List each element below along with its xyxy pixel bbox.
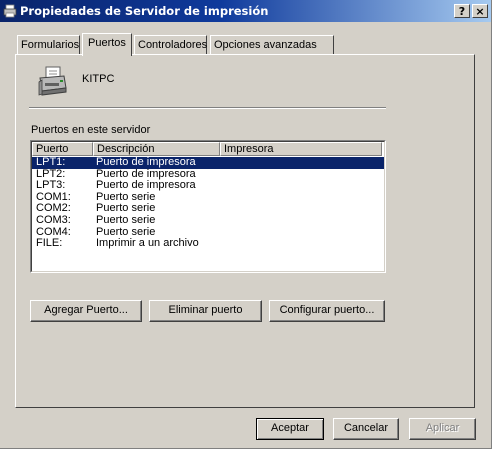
help-button[interactable]: ?	[454, 4, 470, 18]
port-row[interactable]: COM2: Puerto serie	[32, 203, 384, 215]
description-cell: Puerto serie	[96, 226, 156, 238]
configure-port-button[interactable]: Configurar puerto...	[269, 300, 385, 322]
description-cell: Puerto de impresora	[96, 168, 196, 180]
tab-controladores[interactable]: Controladores	[134, 35, 207, 54]
printer-cell	[220, 215, 382, 227]
port-row[interactable]: COM3: Puerto serie	[32, 215, 384, 227]
printer-cell	[220, 227, 382, 239]
port-row[interactable]: LPT1: Puerto de impresora	[32, 157, 384, 169]
description-cell: Puerto serie	[96, 191, 156, 203]
tab-formularios[interactable]: Formularios	[17, 35, 80, 54]
cancel-button[interactable]: Cancelar	[333, 418, 399, 440]
port-cell: COM2:	[36, 203, 71, 215]
description-cell: Puerto serie	[96, 214, 156, 226]
printer-cell	[220, 192, 382, 204]
ok-button[interactable]: Aceptar	[256, 418, 324, 440]
printer-cell	[220, 169, 382, 181]
printer-cell	[220, 157, 382, 169]
server-name: KITPC	[82, 73, 115, 85]
tab-opciones-avanzadas[interactable]: Opciones avanzadas	[210, 35, 334, 54]
close-button[interactable]: ×	[472, 4, 488, 18]
properties-dialog: Propiedades de Servidor de impresión ? ×…	[0, 0, 492, 449]
port-cell: LPT1:	[36, 157, 66, 168]
port-row[interactable]: FILE: Imprimir a un archivo	[32, 238, 384, 250]
printer-cell	[220, 180, 382, 192]
printer-cell	[220, 203, 382, 215]
port-row[interactable]: LPT3: Puerto de impresora	[32, 180, 384, 192]
port-cell: COM4:	[36, 226, 71, 238]
port-cell: COM3:	[36, 214, 71, 226]
description-cell: Puerto de impresora	[96, 180, 196, 192]
delete-port-button[interactable]: Eliminar puerto	[149, 300, 262, 322]
column-header-puerto[interactable]: Puerto	[32, 142, 93, 156]
list-header: Puerto Descripción Impresora	[32, 142, 382, 156]
printer-icon	[3, 4, 17, 18]
port-cell: COM1:	[36, 191, 71, 203]
port-cell: LPT2:	[36, 168, 66, 180]
ports-list-label: Puertos en este servidor	[31, 124, 151, 136]
column-header-impresora[interactable]: Impresora	[220, 142, 382, 156]
tab-puertos[interactable]: Puertos	[82, 33, 132, 56]
list-rows: LPT1: Puerto de impresora LPT2: Puerto de i…	[32, 157, 384, 250]
title-bar[interactable]: Propiedades de Servidor de impresión ? ×	[0, 0, 491, 22]
port-row[interactable]: COM4: Puerto serie	[32, 227, 384, 239]
port-cell: FILE:	[36, 238, 63, 250]
add-port-button[interactable]: Agregar Puerto...	[30, 300, 142, 322]
apply-button[interactable]: Aplicar	[409, 418, 476, 440]
port-row[interactable]: LPT2: Puerto de impresora	[32, 169, 384, 181]
ports-list[interactable]: Puerto Descripción Impresora LPT1: Puerto…	[30, 140, 386, 273]
separator	[29, 107, 386, 109]
column-header-descripcion[interactable]: Descripción	[93, 142, 220, 156]
printer-cell	[220, 238, 382, 250]
description-cell: Puerto de impresora	[96, 157, 196, 168]
description-cell: Imprimir a un archivo	[96, 238, 199, 250]
window-title: Propiedades de Servidor de impresión	[20, 4, 269, 18]
description-cell: Puerto serie	[96, 203, 156, 215]
port-row[interactable]: COM1: Puerto serie	[32, 192, 384, 204]
port-cell: LPT3:	[36, 180, 66, 192]
printer-server-icon	[36, 64, 70, 98]
